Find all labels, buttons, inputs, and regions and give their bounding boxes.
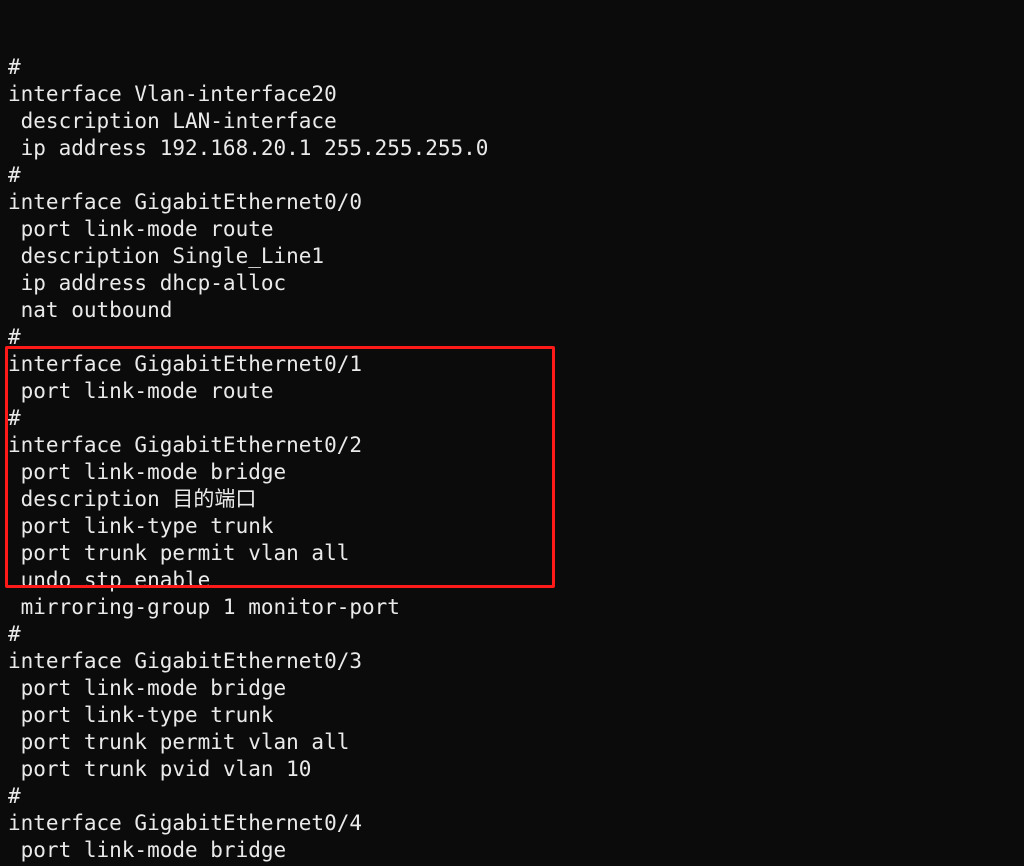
terminal-line: port trunk pvid vlan 10 <box>8 756 1016 783</box>
terminal-line: port link-mode route <box>8 378 1016 405</box>
terminal-line: port link-type trunk <box>8 513 1016 540</box>
terminal-line: # <box>8 54 1016 81</box>
terminal-line: interface GigabitEthernet0/4 <box>8 810 1016 837</box>
terminal-line: interface GigabitEthernet0/3 <box>8 648 1016 675</box>
terminal-line: ip address dhcp-alloc <box>8 270 1016 297</box>
terminal-line: port link-mode bridge <box>8 675 1016 702</box>
terminal-line: # <box>8 783 1016 810</box>
terminal-line: undo stp enable <box>8 567 1016 594</box>
terminal-line: description Single_Line1 <box>8 243 1016 270</box>
terminal-line: port link-mode bridge <box>8 837 1016 864</box>
terminal-line: port trunk permit vlan all <box>8 540 1016 567</box>
terminal-line: # <box>8 405 1016 432</box>
terminal-line: port link-type trunk <box>8 702 1016 729</box>
terminal-line: port link-mode bridge <box>8 459 1016 486</box>
terminal-line: interface GigabitEthernet0/0 <box>8 189 1016 216</box>
terminal-line: mirroring-group 1 monitor-port <box>8 594 1016 621</box>
terminal-line: # <box>8 324 1016 351</box>
terminal-line: # <box>8 162 1016 189</box>
terminal-line: port link-mode route <box>8 216 1016 243</box>
terminal-line: description 目的端口 <box>8 486 1016 513</box>
terminal-line: interface GigabitEthernet0/1 <box>8 351 1016 378</box>
terminal-line: interface GigabitEthernet0/2 <box>8 432 1016 459</box>
terminal-line: interface Vlan-interface20 <box>8 81 1016 108</box>
terminal-line: nat outbound <box>8 297 1016 324</box>
terminal-output: #interface Vlan-interface20 description … <box>0 0 1024 866</box>
terminal-line: description LAN-interface <box>8 108 1016 135</box>
terminal-line: port trunk permit vlan all <box>8 729 1016 756</box>
terminal-line: ip address 192.168.20.1 255.255.255.0 <box>8 135 1016 162</box>
terminal-line: # <box>8 621 1016 648</box>
